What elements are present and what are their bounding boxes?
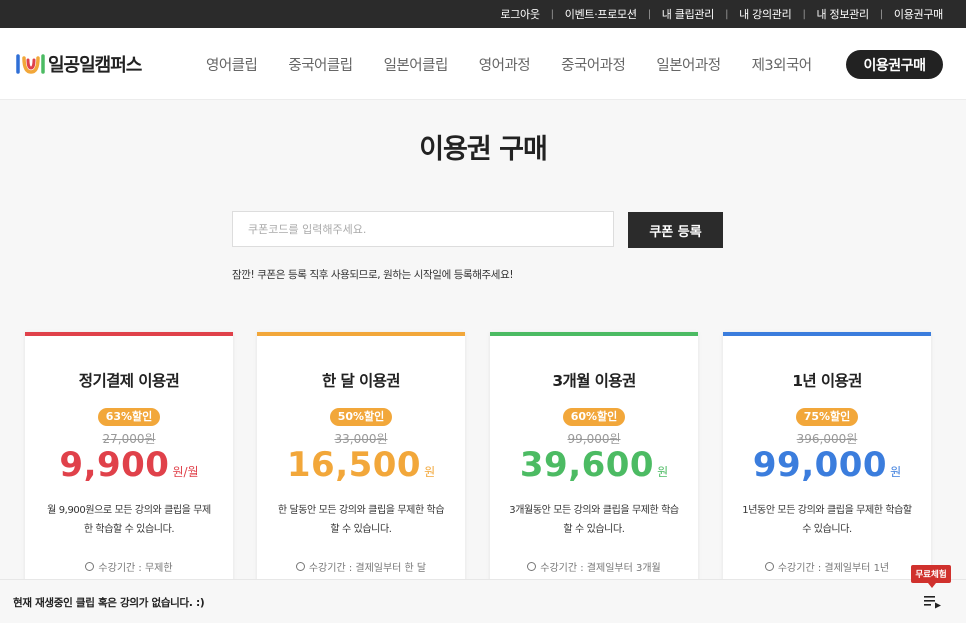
plan-title: 정기결제 이용권: [78, 372, 180, 390]
plan-title: 3개월 이용권: [552, 372, 636, 390]
coupon-code-input[interactable]: [232, 211, 614, 247]
plan-card-one-year[interactable]: 1년 이용권 75%할인 396,000원 99,000 원 1년동안 모든 강…: [723, 332, 931, 592]
logout-link[interactable]: 로그아웃: [500, 6, 540, 22]
discount-badge: 63%할인: [97, 408, 161, 426]
plan-period: 수강기간 : 결제일부터 3개월: [490, 559, 698, 574]
top-utility-bar: 로그아웃 이벤트·프로모션 내 클립관리 내 강의관리 내 정보관리 이용권구매: [0, 0, 966, 28]
plan-description: 월 9,900원으로 모든 강의와 클립을 무제한 학습할 수 있습니다.: [47, 505, 211, 535]
period-text: 수강기간 : 결제일부터 3개월: [540, 563, 661, 574]
price-unit: 원: [424, 465, 436, 479]
logo-text: 일공일캠퍼스: [48, 55, 142, 76]
clock-icon: [527, 562, 537, 571]
site-logo[interactable]: 일공일캠퍼스: [16, 50, 142, 78]
price-amount: 39,600: [519, 445, 655, 485]
period-text: 수강기간 : 무제한: [98, 563, 173, 574]
plan-cards: 정기결제 이용권 63%할인 27,000원 9,900 원/월 월 9,900…: [25, 332, 931, 592]
plan-title: 한 달 이용권: [322, 372, 401, 390]
card-accent-bar: [723, 332, 931, 336]
card-accent-bar: [257, 332, 465, 336]
card-accent-bar: [25, 332, 233, 336]
discount-badge: 75%할인: [795, 408, 859, 426]
page-title: 이용권 구매: [419, 134, 548, 165]
plan-period: 수강기간 : 결제일부터 한 달: [257, 559, 465, 574]
bottom-player-bar: 현재 재생중인 클립 혹은 강의가 없습니다. :): [0, 579, 966, 623]
my-info-link[interactable]: 내 정보관리: [791, 6, 870, 22]
my-courses-link[interactable]: 내 강의관리: [714, 6, 792, 22]
price-amount: 16,500: [286, 445, 422, 485]
nav-japanese-course[interactable]: 일본어과정: [656, 54, 721, 75]
events-link[interactable]: 이벤트·프로모션: [540, 6, 637, 22]
period-text: 수강기간 : 결제일부터 1년: [777, 563, 890, 574]
buy-pass-link[interactable]: 이용권구매: [869, 6, 943, 22]
nav-chinese-clip[interactable]: 중국어클립: [288, 54, 353, 75]
nav-third-language[interactable]: 제3외국어: [752, 54, 813, 75]
nav-chinese-course[interactable]: 중국어과정: [561, 54, 626, 75]
card-accent-bar: [490, 332, 698, 336]
plan-title: 1년 이용권: [792, 372, 862, 390]
plan-period: 수강기간 : 결제일부터 1년: [723, 559, 931, 574]
plan-price: 99,000 원: [723, 445, 931, 485]
price-amount: 9,900: [59, 445, 170, 485]
playlist-play-icon[interactable]: [924, 595, 942, 609]
price-unit: 원/월: [172, 465, 199, 479]
plan-price: 9,900 원/월: [25, 445, 233, 485]
plan-description: 한 달동안 모든 강의와 클립을 무제한 학습할 수 있습니다.: [277, 505, 445, 535]
period-text: 수강기간 : 결제일부터 한 달: [308, 563, 427, 574]
logo-mark-icon: [16, 54, 45, 74]
plan-card-subscription[interactable]: 정기결제 이용권 63%할인 27,000원 9,900 원/월 월 9,900…: [25, 332, 233, 592]
coupon-note: 잠깐! 쿠폰은 등록 직후 사용되므로, 원하는 시작일에 등록해주세요!: [232, 269, 514, 281]
coupon-register-button[interactable]: 쿠폰 등록: [628, 212, 723, 248]
plan-price: 39,600 원: [490, 445, 698, 485]
clock-icon: [85, 562, 95, 571]
clock-icon: [295, 562, 305, 571]
price-amount: 99,000: [752, 445, 888, 485]
plan-description: 1년동안 모든 강의와 클립을 무제한 학습할 수 있습니다.: [742, 505, 912, 535]
discount-badge: 60%할인: [562, 408, 626, 426]
discount-badge: 50%할인: [329, 408, 393, 426]
price-unit: 원: [890, 465, 902, 479]
plan-card-one-month[interactable]: 한 달 이용권 50%할인 33,000원 16,500 원 한 달동안 모든 …: [257, 332, 465, 592]
main-header: 일공일캠퍼스 영어클립 중국어클립 일본어클립 영어과정 중국어과정 일본어과정…: [0, 28, 966, 100]
nav-english-course[interactable]: 영어과정: [479, 54, 531, 75]
player-status: 현재 재생중인 클립 혹은 강의가 없습니다. :): [13, 597, 205, 609]
plan-period: 수강기간 : 무제한: [25, 559, 233, 574]
clock-icon: [764, 562, 774, 571]
nav-japanese-clip[interactable]: 일본어클립: [384, 54, 449, 75]
plan-card-three-months[interactable]: 3개월 이용권 60%할인 99,000원 39,600 원 3개월동안 모든 …: [490, 332, 698, 592]
plan-price: 16,500 원: [257, 445, 465, 485]
free-trial-badge[interactable]: 무료체험: [911, 565, 951, 588]
price-unit: 원: [657, 465, 669, 479]
buy-pass-button[interactable]: 이용권구매: [846, 50, 943, 79]
nav-english-clip[interactable]: 영어클립: [206, 54, 258, 75]
main-nav: 영어클립 중국어클립 일본어클립 영어과정 중국어과정 일본어과정 제3외국어: [206, 28, 843, 100]
plan-description: 3개월동안 모든 강의와 클립을 무제한 학습할 수 있습니다.: [509, 505, 679, 535]
my-clips-link[interactable]: 내 클립관리: [637, 6, 715, 22]
